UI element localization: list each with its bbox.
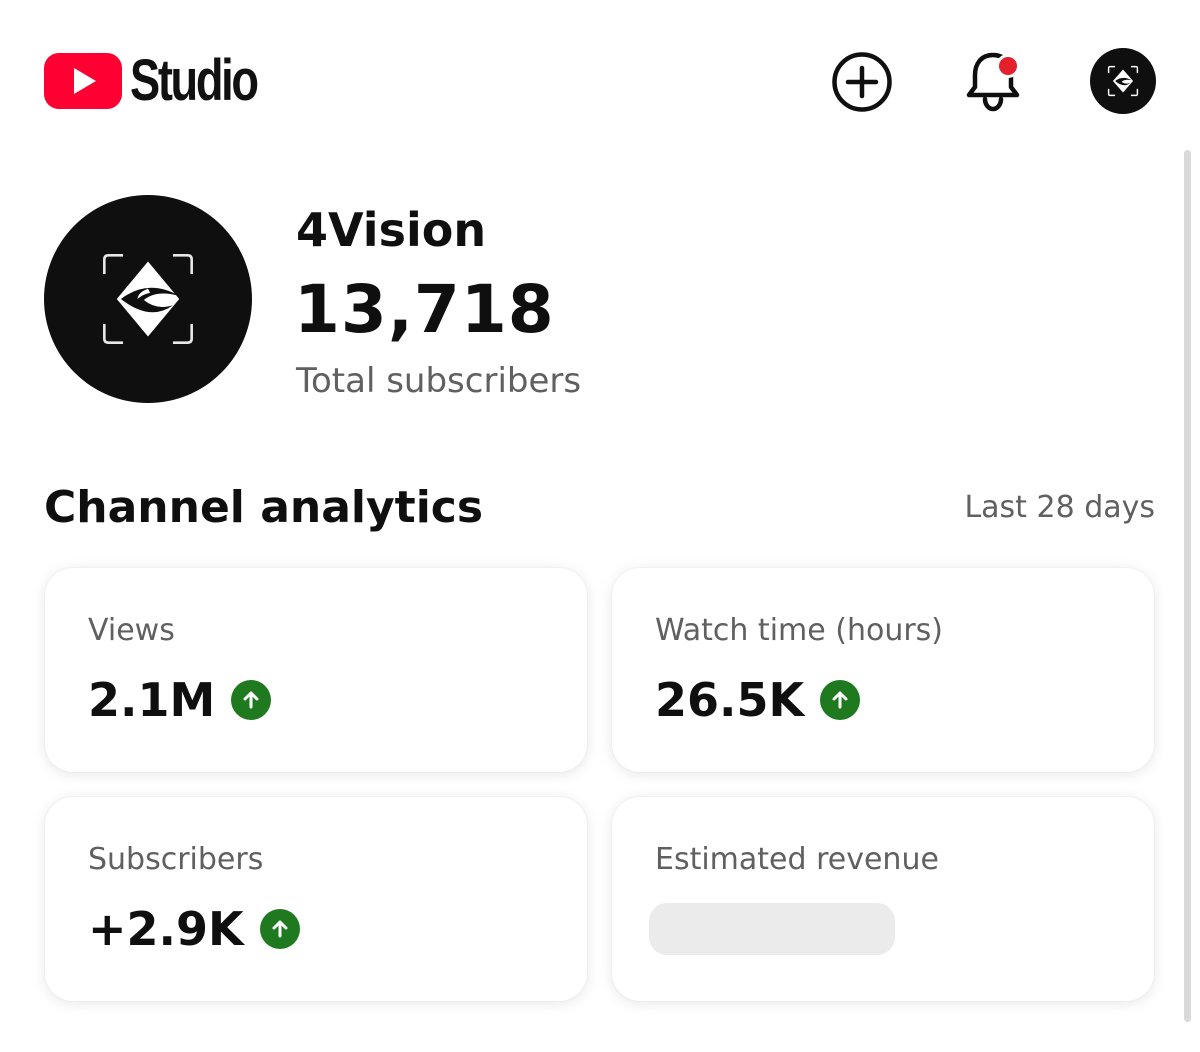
channel-analytics-title: Channel analytics	[44, 482, 484, 533]
card-label: Subscribers	[88, 842, 264, 877]
watch-time-value: 26.5K	[655, 673, 805, 727]
add-circle-icon	[832, 52, 892, 112]
channel-logo-icon	[103, 254, 193, 344]
total-subscribers-value: 13,718	[294, 271, 555, 348]
estimated-revenue-card[interactable]: Estimated revenue	[612, 797, 1154, 1001]
total-subscribers-label: Total subscribers	[296, 361, 582, 401]
card-label: Estimated revenue	[655, 842, 939, 877]
account-avatar-button[interactable]	[1090, 48, 1156, 114]
trend-up-icon	[231, 680, 272, 720]
notification-badge	[996, 54, 1020, 78]
subscribers-value: +2.9K	[88, 902, 244, 956]
studio-dashboard: Studio 4Vision 13,718 Total subscribers …	[0, 0, 1200, 1052]
card-value-row: 2.1M	[88, 672, 272, 728]
channel-name: 4Vision	[296, 203, 487, 257]
channel-avatar-icon	[1107, 65, 1139, 97]
youtube-play-icon	[44, 53, 122, 109]
trend-up-icon	[259, 909, 300, 949]
card-label: Watch time (hours)	[655, 613, 944, 648]
card-label: Views	[88, 613, 175, 648]
views-value: 2.1M	[88, 673, 216, 727]
card-value-row: +2.9K	[88, 901, 300, 957]
views-card[interactable]: Views 2.1M	[45, 568, 587, 772]
top-app-bar: Studio	[0, 0, 1200, 150]
subscribers-card[interactable]: Subscribers +2.9K	[45, 797, 587, 1001]
studio-logo[interactable]: Studio	[44, 52, 292, 110]
card-value-row: 26.5K	[655, 672, 861, 728]
create-button[interactable]	[830, 50, 894, 114]
analytics-period: Last 28 days	[964, 490, 1155, 525]
trend-up-icon	[820, 680, 861, 720]
watch-time-card[interactable]: Watch time (hours) 26.5K	[612, 568, 1154, 772]
notifications-button[interactable]	[960, 48, 1026, 114]
vertical-scrollbar[interactable]	[1184, 150, 1191, 1022]
revenue-loading-placeholder	[649, 903, 895, 955]
channel-avatar[interactable]	[44, 195, 252, 403]
logo-text: Studio	[130, 48, 259, 113]
